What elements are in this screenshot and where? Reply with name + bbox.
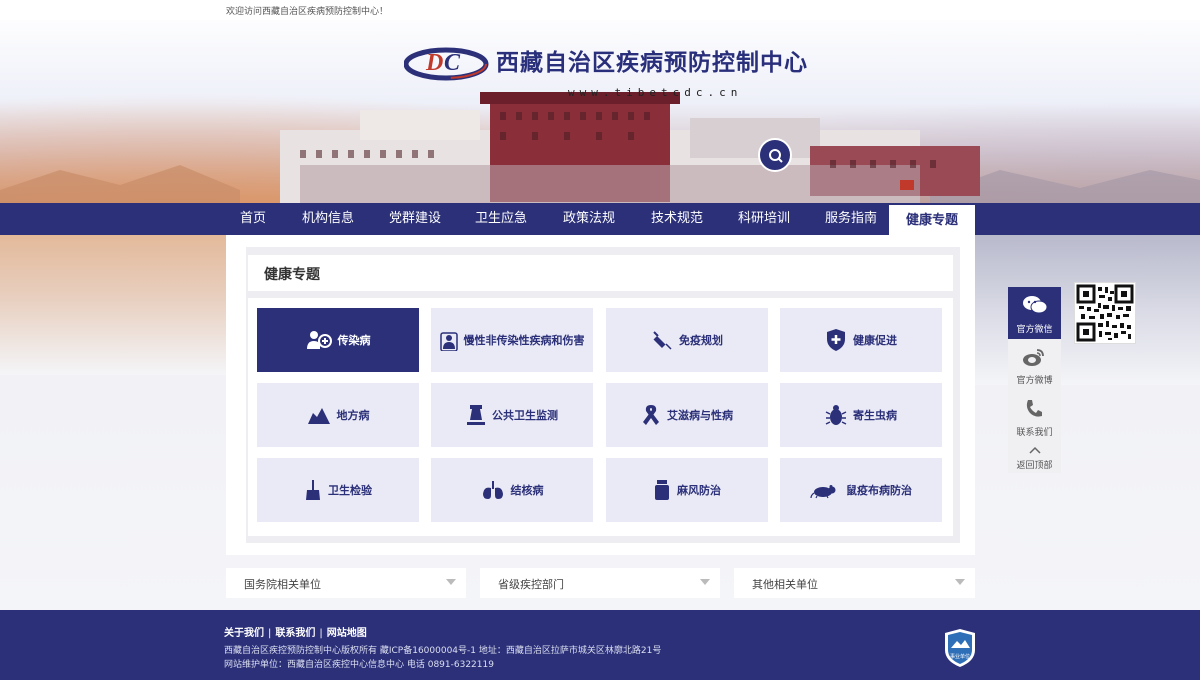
cdc-logo-icon: D C <box>404 47 489 81</box>
tile-label: 慢性非传染性疾病和伤害 <box>463 334 585 347</box>
dropdown-other-units[interactable]: 其他相关单位 <box>734 568 975 598</box>
header-banner: D C 西藏自治区疾病预防控制中心 www.tibetcdc.cn <box>0 20 1200 203</box>
tile-label: 结核病 <box>510 484 544 497</box>
side-back-to-top-label: 返回顶部 <box>1016 461 1053 471</box>
tile-tuberculosis[interactable]: 结核病 <box>431 458 593 522</box>
side-wechat-label: 官方微信 <box>1016 325 1053 335</box>
svg-text:C: C <box>444 50 461 76</box>
nav-item-policy[interactable]: 政策法规 <box>544 203 634 235</box>
tile-health-promotion[interactable]: 健康促进 <box>780 308 942 372</box>
nav-item-tech[interactable]: 技术规范 <box>634 203 720 235</box>
wechat-qr-code <box>1074 282 1136 344</box>
site-url: www.tibetcdc.cn <box>568 86 743 99</box>
dropdown-label: 省级疾控部门 <box>498 578 564 591</box>
search-icon <box>769 149 783 163</box>
tile-chronic-disease[interactable]: 慢性非传染性疾病和伤害 <box>431 308 593 372</box>
tile-label: 公共卫生监测 <box>492 409 558 422</box>
nav-item-org-info[interactable]: 机构信息 <box>284 203 372 235</box>
ribbon-icon <box>643 405 659 425</box>
svg-text:D: D <box>425 50 443 76</box>
microscope-icon <box>467 405 485 425</box>
lungs-icon <box>482 481 503 499</box>
section-header: 健康专题 <box>248 255 953 291</box>
section-title: 健康专题 <box>264 267 320 283</box>
dropdown-label: 国务院相关单位 <box>244 578 321 591</box>
side-wechat-button[interactable]: 官方微信 <box>1008 287 1061 339</box>
tile-immunization[interactable]: 免疫规划 <box>606 308 768 372</box>
side-float-panel: 官方微信 官方微博 联系我们 返回顶部 <box>1008 287 1061 473</box>
side-weibo-label: 官方微博 <box>1016 376 1053 386</box>
tile-label: 卫生检验 <box>328 484 372 497</box>
chevron-down-icon <box>700 579 710 585</box>
nav-item-party[interactable]: 党群建设 <box>372 203 458 235</box>
footer: 关于我们 | 联系我们 | 网站地图 西藏自治区疾控预防控制中心版权所有 藏ICP备16… <box>0 610 1200 680</box>
brush-icon <box>306 480 320 500</box>
footer-links: 关于我们 | 联系我们 | 网站地图 <box>224 624 367 639</box>
weibo-icon <box>1023 349 1044 366</box>
tile-label: 传染病 <box>337 334 371 347</box>
nav-item-emergency[interactable]: 卫生应急 <box>458 203 544 235</box>
tile-leprosy[interactable]: 麻风防治 <box>606 458 768 522</box>
main-nav: 首页 机构信息 党群建设 卫生应急 政策法规 技术规范 科研培训 服务指南 健康… <box>0 203 1200 237</box>
footer-copyright: 西藏自治区疾控预防控制中心版权所有 藏ICP备16000004号-1 地址：西藏… <box>224 646 662 656</box>
tile-label: 免疫规划 <box>679 334 723 347</box>
tile-label: 地方病 <box>336 409 370 422</box>
bug-icon <box>825 405 847 425</box>
tile-label: 麻风防治 <box>677 484 721 497</box>
doctor-plus-icon <box>306 331 332 349</box>
welcome-text: 欢迎访问西藏自治区疾病预防控制中心！ <box>226 7 389 17</box>
rat-icon <box>810 485 836 499</box>
footer-link-sitemap[interactable]: 网站地图 <box>327 628 367 639</box>
tile-plague-brucellosis[interactable]: 鼠疫布病防治 <box>780 458 942 522</box>
search-button[interactable] <box>758 138 792 172</box>
tile-label: 寄生虫病 <box>853 409 897 422</box>
top-bar: 欢迎访问西藏自治区疾病预防控制中心！ <box>0 0 1200 20</box>
footer-separator: | <box>319 628 323 639</box>
dropdown-label: 其他相关单位 <box>752 578 818 591</box>
bottle-icon <box>655 480 669 500</box>
dropdown-provincial-cdc[interactable]: 省级疾控部门 <box>480 568 720 598</box>
footer-link-contact[interactable]: 联系我们 <box>275 628 315 639</box>
side-back-to-top-button[interactable]: 返回顶部 <box>1008 445 1061 473</box>
tile-infectious-disease[interactable]: 传染病 <box>257 308 419 372</box>
tile-label: 鼠疫布病防治 <box>846 484 912 497</box>
footer-link-about[interactable]: 关于我们 <box>224 628 264 639</box>
tile-label: 健康促进 <box>853 334 897 347</box>
tile-parasitic-disease[interactable]: 寄生虫病 <box>780 383 942 447</box>
phone-icon <box>1026 400 1042 417</box>
chevron-down-icon <box>955 579 965 585</box>
background-left-decoration <box>0 235 226 375</box>
footer-maintainer: 网站维护单位：西藏自治区疾控中心信息中心 电话 0891-6322119 <box>224 660 494 670</box>
tile-endemic-disease[interactable]: 地方病 <box>257 383 419 447</box>
wechat-icon <box>1023 296 1048 314</box>
site-title: 西藏自治区疾病预防控制中心 <box>496 50 808 76</box>
side-weibo-button[interactable]: 官方微博 <box>1008 343 1061 393</box>
person-icon <box>439 332 458 351</box>
site-logo[interactable]: D C 西藏自治区疾病预防控制中心 www.tibetcdc.cn <box>404 40 807 100</box>
nav-item-service[interactable]: 服务指南 <box>808 203 894 235</box>
tile-label: 艾滋病与性病 <box>667 409 733 422</box>
nav-item-research[interactable]: 科研培训 <box>720 203 808 235</box>
chevron-up-icon <box>1029 446 1041 454</box>
side-contact-button[interactable]: 联系我们 <box>1008 395 1061 445</box>
nav-item-health-topics[interactable]: 健康专题 <box>889 203 975 237</box>
tile-aids-std[interactable]: 艾滋病与性病 <box>606 383 768 447</box>
public-institution-badge-icon[interactable]: 事业单位 <box>943 628 977 668</box>
chevron-down-icon <box>446 579 456 585</box>
syringe-icon <box>653 331 672 350</box>
dropdown-state-council-units[interactable]: 国务院相关单位 <box>226 568 466 598</box>
qr-code-image <box>1076 284 1134 342</box>
nav-item-home[interactable]: 首页 <box>226 203 280 235</box>
side-contact-label: 联系我们 <box>1016 428 1053 438</box>
badge-text: 事业单位 <box>950 653 970 660</box>
footer-separator: | <box>268 628 272 639</box>
mountain-icon <box>307 408 330 424</box>
shield-plus-icon <box>827 329 845 351</box>
tile-health-inspection[interactable]: 卫生检验 <box>257 458 419 522</box>
tile-public-health-monitoring[interactable]: 公共卫生监测 <box>431 383 593 447</box>
